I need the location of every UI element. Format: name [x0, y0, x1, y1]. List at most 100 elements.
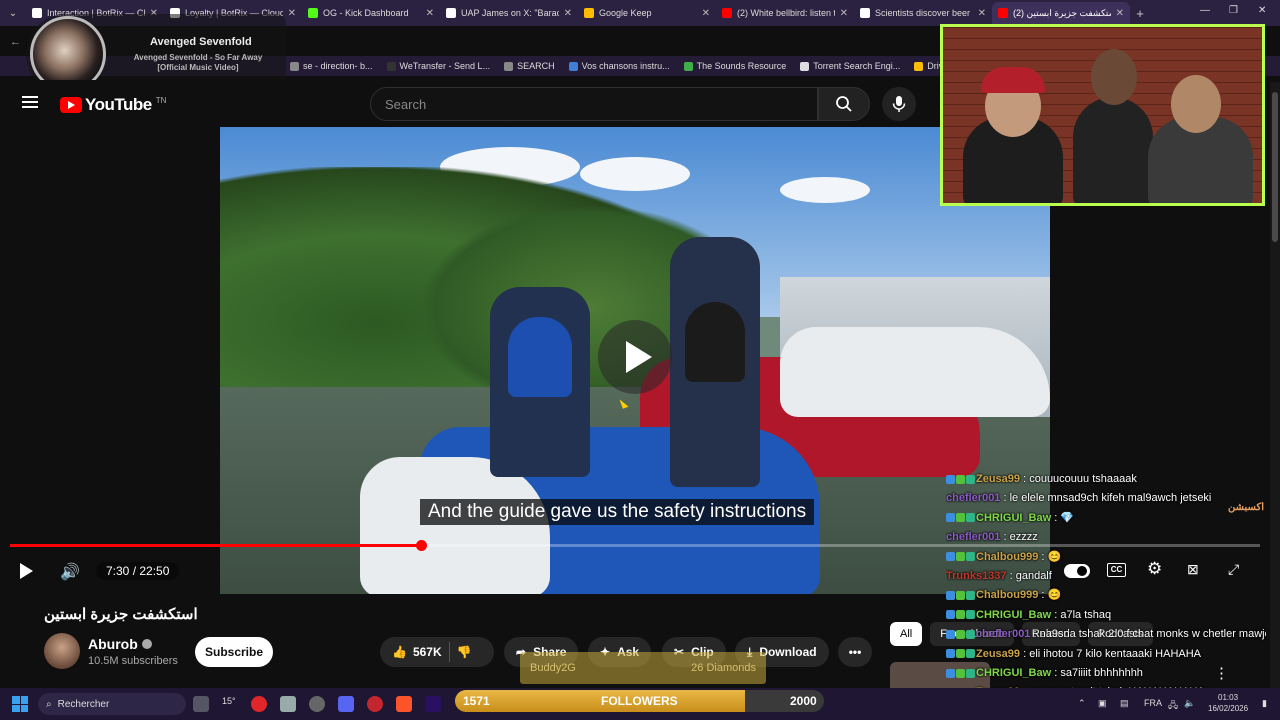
scrollbar-thumb[interactable]	[1272, 92, 1278, 242]
tab-search-icon[interactable]: ⌄	[0, 0, 26, 26]
bookmark-item[interactable]: The Sounds Resource	[683, 61, 786, 71]
stream-overlay-logo: اكسبشن	[1228, 502, 1265, 513]
bookmark-item[interactable]: Vos chansons instru...	[568, 61, 670, 71]
back-icon[interactable]: ←	[10, 36, 21, 48]
channel-name[interactable]: Aburob	[88, 636, 152, 652]
close-window-icon[interactable]: ✕	[1258, 5, 1266, 16]
notification-icon[interactable]: ▮	[1262, 698, 1267, 709]
chat-username[interactable]: Trunks1337	[946, 570, 1007, 582]
chat-message: chefler001 : ezzzz	[946, 528, 1266, 547]
bookmark-item[interactable]: Torrent Search Engi...	[800, 61, 900, 71]
taskbar-clock[interactable]: 01:03 16/02/2026	[1208, 692, 1248, 714]
gift-alert: Buddy2G 26 Diamonds	[520, 652, 766, 684]
voice-search-button[interactable]	[882, 87, 916, 121]
chip-all[interactable]: All	[890, 622, 923, 646]
tab-close-icon[interactable]: ✕	[288, 8, 296, 19]
tab-close-icon[interactable]: ✕	[840, 8, 848, 19]
premiere-icon[interactable]	[425, 696, 441, 712]
followers-label: FOLLOWERS	[601, 694, 678, 708]
weather-icon[interactable]: 15°	[222, 696, 238, 712]
volume-tray-icon[interactable]: 🔈	[1184, 698, 1195, 709]
chat-separator: :	[1020, 647, 1030, 660]
chat-message: Chalbou999 : 😊	[946, 548, 1266, 567]
taskbar-search[interactable]: ⌕ Rechercher	[38, 693, 186, 715]
chat-username[interactable]: chefler001	[976, 628, 1030, 640]
maximize-icon[interactable]: ❐	[1229, 5, 1238, 16]
browser-tab[interactable]: OG - Kick Dashboard ✕	[302, 2, 440, 24]
guest-face	[1171, 75, 1221, 133]
tab-title: (2) White bellbird: listen t	[737, 8, 835, 18]
menu-icon[interactable]	[22, 96, 38, 108]
chat-username[interactable]: Zeusa99	[976, 473, 1020, 485]
tab-close-icon[interactable]: ✕	[1116, 8, 1124, 19]
tray-chevron-icon[interactable]: ⌃	[1078, 698, 1086, 709]
browser-tab[interactable]: UAP James on X: "Barack ✕	[440, 2, 578, 24]
dislike-icon[interactable]: 👎	[457, 645, 472, 659]
tab-close-icon[interactable]: ✕	[426, 8, 434, 19]
tab-close-icon[interactable]: ✕	[978, 8, 986, 19]
bookmark-item[interactable]: se - direction- b...	[290, 61, 373, 71]
search-button[interactable]	[818, 87, 870, 121]
chat-message: Zeusa99 : eli ihotou 7 kilo kentaaaki HA…	[946, 645, 1266, 664]
chat-badge-icon	[956, 610, 965, 620]
tray-app-icon[interactable]: ▤	[1120, 698, 1129, 709]
new-tab-button[interactable]: +	[1130, 6, 1150, 21]
browser-tab[interactable]: (2) White bellbird: listen t ✕	[716, 2, 854, 24]
chat-username[interactable]: chefler001	[946, 531, 1000, 543]
chat-badge-icon	[946, 552, 955, 562]
discord-icon[interactable]	[338, 696, 354, 712]
subscriber-count: 10.5M subscribers	[88, 655, 178, 667]
chat-username[interactable]: chefler001	[946, 492, 1000, 504]
bookmark-item[interactable]: WeTransfer - Send L...	[386, 61, 491, 71]
like-count: 567K	[412, 645, 442, 659]
chat-message: Trunks1337 : gandalf	[946, 567, 1266, 586]
chat-badge-icon	[966, 513, 975, 523]
tab-close-icon[interactable]: ✕	[702, 8, 710, 19]
more-actions-button[interactable]: •••	[838, 637, 872, 667]
like-divider	[448, 642, 450, 662]
now-playing-track: Avenged Sevenfold - So Far Away [Officia…	[133, 53, 263, 72]
video-lifevest	[508, 317, 572, 397]
seek-handle[interactable]	[415, 540, 427, 551]
youtube-logo[interactable]: YouTube TN	[60, 95, 166, 115]
chat-username[interactable]: Chalbou999	[976, 589, 1038, 601]
channel-avatar[interactable]	[44, 633, 80, 669]
record-icon[interactable]	[367, 696, 383, 712]
play-icon[interactable]	[20, 563, 33, 579]
brave-icon[interactable]	[396, 696, 412, 712]
browser-tab[interactable]: (2) استكشفت جزيرة ابستين ✕	[992, 2, 1130, 24]
subscribe-button[interactable]: Subscribe	[195, 637, 273, 667]
bookmark-item[interactable]: SEARCH	[504, 61, 555, 71]
language-indicator[interactable]: FRA	[1144, 698, 1162, 708]
volume-icon[interactable]: 🔊	[60, 562, 80, 582]
windows-start-icon[interactable]	[12, 696, 28, 712]
page-scrollbar[interactable]	[1270, 82, 1280, 690]
chat-username[interactable]: CHRIGUI_Baw	[976, 512, 1051, 524]
tray-app-icon[interactable]: ▣	[1098, 698, 1107, 709]
chat-badge-icon	[956, 513, 965, 523]
seek-bar-played	[10, 544, 421, 547]
file-explorer-icon[interactable]	[280, 696, 296, 712]
chat-username[interactable]: Chalbou999	[976, 551, 1038, 563]
youtube-wordmark: YouTube	[85, 95, 152, 114]
large-play-icon[interactable]	[598, 320, 672, 394]
chat-separator: :	[1051, 511, 1061, 524]
tab-close-icon[interactable]: ✕	[564, 8, 572, 19]
search-input[interactable]: Search	[370, 87, 818, 121]
bookmark-label: se - direction- b...	[303, 61, 373, 71]
channel-name-text[interactable]: Aburob	[88, 636, 138, 652]
video-jetski	[780, 327, 1050, 417]
bookmark-label: WeTransfer - Send L...	[399, 61, 491, 71]
chat-separator: :	[1051, 667, 1061, 680]
like-button[interactable]: 👍 567K	[392, 645, 442, 659]
minimize-icon[interactable]: —	[1200, 5, 1210, 16]
app-icon[interactable]	[309, 696, 325, 712]
network-icon[interactable]: 🖧	[1168, 698, 1178, 714]
opera-icon[interactable]	[251, 696, 267, 712]
task-view-icon[interactable]	[193, 696, 209, 712]
browser-tab[interactable]: Scientists discover beer b ✕	[854, 2, 992, 24]
browser-tab[interactable]: Google Keep ✕	[578, 2, 716, 24]
chat-username[interactable]: CHRIGUI_Baw	[976, 667, 1051, 679]
chat-username[interactable]: Zeusa99	[976, 648, 1020, 660]
chat-username[interactable]: CHRIGUI_Baw	[976, 609, 1051, 621]
